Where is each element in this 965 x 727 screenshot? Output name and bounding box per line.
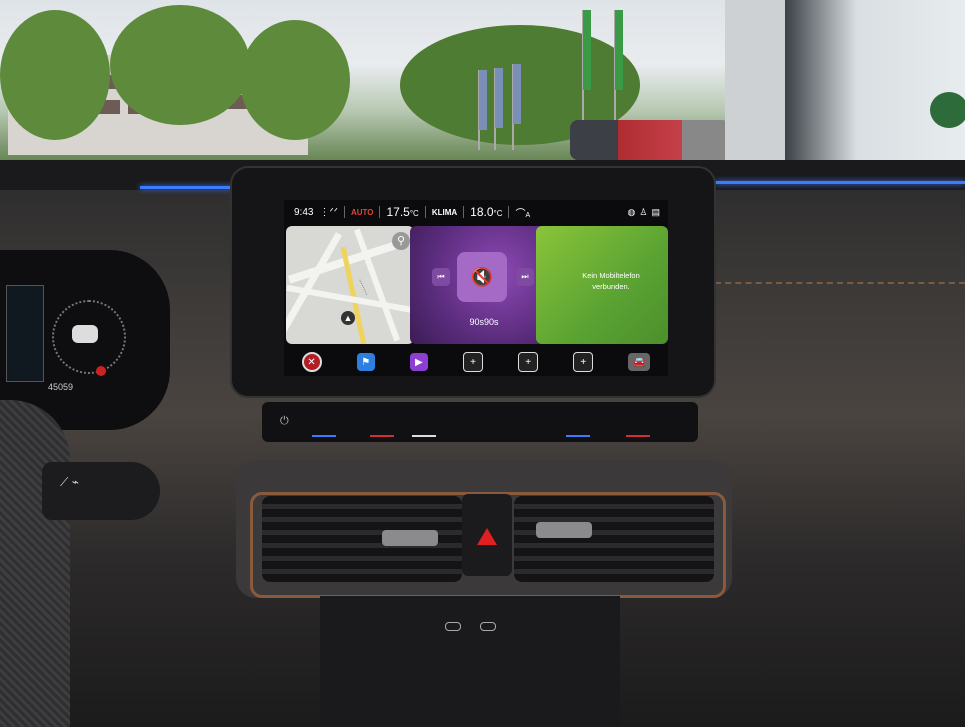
- side-window: [785, 0, 965, 160]
- add-shortcut-button[interactable]: +: [573, 352, 594, 372]
- odometer: 45059: [48, 382, 74, 392]
- flag: [495, 68, 503, 128]
- usb-port[interactable]: [445, 622, 461, 631]
- status-divider: [379, 206, 381, 218]
- add-shortcut-button[interactable]: +: [462, 352, 483, 372]
- right-air-vent[interactable]: [514, 496, 714, 582]
- position-arrow-icon: ▲: [341, 311, 355, 325]
- seat-heat-icon[interactable]: ⋮ᐟᐟ: [319, 207, 337, 218]
- auto-mode-label[interactable]: AUTO: [351, 208, 374, 217]
- warning-lamp: [96, 366, 106, 376]
- windshield-sticker: [930, 92, 965, 128]
- climate-control-strip: ⏻: [262, 402, 698, 442]
- flag: [479, 70, 487, 130]
- right-temp-unit: °C: [493, 209, 503, 218]
- drive-mode-letter: A: [525, 211, 531, 219]
- menu-icon[interactable]: ▤: [651, 207, 660, 218]
- fan-slider[interactable]: [412, 435, 436, 437]
- infotainment-screen: 9:43 ⋮ᐟᐟ AUTO 17.5°C KLIMA 18.0°C ⌒A ◍ ♙…: [284, 200, 668, 376]
- left-temp-unit: °C: [409, 209, 419, 218]
- map-street-label: ⋯⋯⋯: [356, 278, 370, 298]
- home-tiles: ⋯⋯⋯ ⚲ ▲ ⏮ 🔇 ⏭ 90s90s Kein Mobiltelefon v…: [286, 226, 668, 348]
- phone-tile[interactable]: Kein Mobiltelefon verbunden.: [536, 226, 668, 344]
- parked-cars: [570, 120, 730, 160]
- wiper-icon: ⟋ ⌁: [60, 475, 79, 489]
- cluster-side-display: [6, 285, 44, 382]
- right-vent-knob[interactable]: [536, 522, 592, 538]
- status-divider: [508, 206, 510, 218]
- previous-track-button[interactable]: ⏮: [432, 268, 450, 286]
- power-icon[interactable]: ⏻: [280, 415, 289, 428]
- status-right-icons: ◍ ♙ ▤: [628, 207, 660, 218]
- status-bar: 9:43 ⋮ᐟᐟ AUTO 17.5°C KLIMA 18.0°C ⌒A ◍ ♙…: [284, 200, 668, 224]
- vehicle-icon[interactable]: 🚘: [628, 353, 651, 371]
- temp-slider-red[interactable]: [370, 435, 394, 437]
- flag: [583, 10, 591, 90]
- dashboard-stitching: [715, 282, 965, 286]
- tree: [240, 20, 350, 140]
- status-divider: [424, 206, 426, 218]
- tree: [0, 10, 110, 140]
- globe-icon[interactable]: ◍: [628, 207, 636, 218]
- flag-icon[interactable]: ⚑: [356, 353, 375, 371]
- play-icon[interactable]: ▶: [409, 353, 428, 371]
- mute-icon[interactable]: 🔇: [457, 252, 507, 302]
- tree: [110, 5, 250, 125]
- user-icon[interactable]: ♙: [639, 207, 647, 218]
- car-icon: [72, 325, 98, 343]
- seat-logo-icon[interactable]: ✕: [301, 352, 322, 372]
- search-icon[interactable]: ⚲: [392, 232, 410, 250]
- photo-scene: 45059 ⟋ ⌁ 9:43 ⋮ᐟᐟ AUTO 17.5°C KLIMA 18.…: [0, 0, 965, 727]
- ambient-light-strip: [715, 181, 965, 184]
- temp-slider-blue[interactable]: [312, 435, 336, 437]
- right-temp-value: 18.0: [470, 205, 494, 219]
- app-dock: ✕ ⚑ ▶ + + + 🚘: [284, 348, 668, 376]
- ambient-light-strip-left: [140, 186, 235, 189]
- drive-mode-indicator[interactable]: ⌒A: [515, 205, 530, 220]
- next-track-button[interactable]: ⏭: [516, 268, 534, 286]
- left-temp-value: 17.5: [386, 205, 410, 219]
- wiper-stalk[interactable]: [42, 462, 160, 520]
- usb-port[interactable]: [480, 622, 496, 631]
- add-shortcut-button[interactable]: +: [518, 352, 539, 372]
- temp-slider-red-right[interactable]: [626, 435, 650, 437]
- status-divider: [343, 206, 345, 218]
- phone-status-message: Kein Mobiltelefon verbunden.: [582, 271, 640, 291]
- flag: [615, 10, 623, 90]
- navigation-tile[interactable]: ⋯⋯⋯ ⚲ ▲: [286, 226, 414, 344]
- left-vent-knob[interactable]: [382, 530, 438, 546]
- center-console: [320, 596, 620, 727]
- steering-wheel: [0, 400, 70, 727]
- a-pillar: [725, 0, 785, 165]
- right-temperature[interactable]: 18.0°C: [470, 205, 502, 219]
- flag: [513, 64, 521, 124]
- hazard-triangle-icon: [477, 528, 497, 545]
- left-temperature[interactable]: 17.5°C: [386, 205, 418, 219]
- status-divider: [463, 206, 465, 218]
- climate-button[interactable]: KLIMA: [432, 208, 457, 217]
- temp-slider-blue-right[interactable]: [566, 435, 590, 437]
- clock: 9:43: [294, 206, 314, 218]
